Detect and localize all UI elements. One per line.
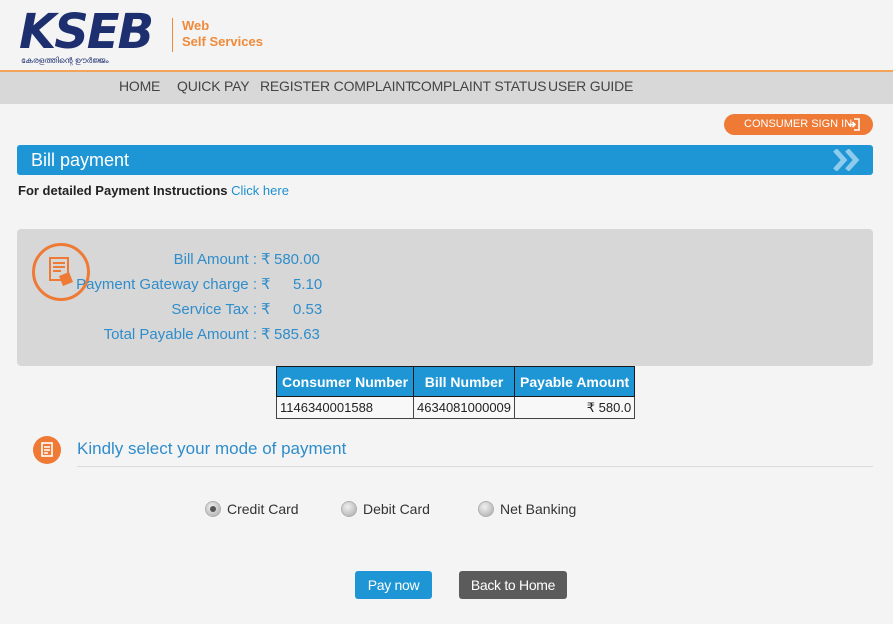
nav-complaint-status[interactable]: COMPLAINT STATUS bbox=[411, 72, 546, 104]
instructions-text: For detailed Payment Instructions bbox=[18, 183, 228, 198]
gateway-charge-currency: ₹ bbox=[261, 276, 271, 293]
logo-tagline: കേരളത്തിന്റെ ഊർജ്ജം bbox=[21, 56, 109, 65]
consumer-sign-in-label: CONSUMER SIGN IN bbox=[744, 118, 853, 130]
radio-credit-card[interactable]: Credit Card bbox=[205, 500, 299, 518]
radio-debit-card-label: Debit Card bbox=[363, 501, 430, 517]
nav-quick-pay[interactable]: QUICK PAY bbox=[177, 72, 250, 104]
payable-amount-cell: ₹ 580.0 bbox=[514, 396, 636, 419]
sign-in-icon bbox=[847, 118, 861, 139]
total-payable-currency: ₹ bbox=[261, 326, 271, 343]
nav-user-guide[interactable]: USER GUIDE bbox=[548, 72, 633, 104]
bill-payment-title-bar: Bill payment bbox=[17, 145, 873, 175]
instructions-link[interactable]: Click here bbox=[231, 183, 289, 198]
web-self-services-label: Web Self Services bbox=[182, 18, 263, 50]
gateway-charge-label: Payment Gateway charge : bbox=[76, 276, 257, 293]
radio-net-banking-indicator[interactable] bbox=[478, 501, 494, 517]
payment-mode-title: Kindly select your mode of payment bbox=[77, 439, 347, 458]
payment-mode-icon bbox=[33, 436, 61, 464]
column-header-payable-amount: Payable Amount bbox=[514, 366, 636, 397]
payment-instructions: For detailed Payment Instructions Click … bbox=[18, 182, 289, 200]
logo-text: KSEB bbox=[19, 4, 154, 60]
pay-now-button[interactable]: Pay now bbox=[355, 571, 432, 599]
bill-number-cell: 4634081000009 bbox=[413, 396, 516, 419]
total-payable-label: Total Payable Amount : bbox=[103, 326, 257, 343]
nav-register-complaint[interactable]: REGISTER COMPLAINT bbox=[260, 72, 414, 104]
page-title: Bill payment bbox=[31, 150, 130, 170]
table-header-row: Consumer Number Bill Number Payable Amou… bbox=[275, 366, 636, 397]
main-nav: HOME QUICK PAY REGISTER COMPLAINT COMPLA… bbox=[0, 72, 893, 104]
service-tax-currency: ₹ bbox=[261, 301, 271, 318]
logo-divider bbox=[172, 18, 173, 52]
consumer-sign-in-button[interactable]: CONSUMER SIGN IN bbox=[724, 114, 873, 135]
payment-mode-divider bbox=[77, 466, 873, 467]
radio-net-banking-label: Net Banking bbox=[500, 501, 577, 517]
double-chevron-icon bbox=[833, 148, 863, 176]
bill-amount-currency: ₹ bbox=[261, 251, 271, 268]
radio-debit-card-indicator[interactable] bbox=[341, 501, 357, 517]
nav-home[interactable]: HOME bbox=[119, 72, 160, 104]
service-tax-value: 0.53 bbox=[293, 301, 323, 318]
radio-debit-card[interactable]: Debit Card bbox=[341, 500, 430, 518]
gateway-charge-value: 5.10 bbox=[293, 276, 323, 293]
web-label: Web bbox=[182, 18, 210, 33]
radio-credit-card-label: Credit Card bbox=[227, 501, 299, 517]
table-row: 1146340001588 4634081000009 ₹ 580.0 bbox=[275, 396, 636, 419]
column-header-consumer-number: Consumer Number bbox=[275, 366, 415, 397]
kseb-logo[interactable]: KSEB കേരളത്തിന്റെ ഊർജ്ജം Web Self Servic… bbox=[17, 4, 279, 68]
amount-summary-panel: Bill Amount : ₹ 580.00 Payment Gateway c… bbox=[17, 229, 873, 366]
total-payable-value: 585.63 bbox=[274, 326, 320, 343]
bill-amount-label: Bill Amount : bbox=[173, 251, 257, 268]
bill-amount-value: 580.00 bbox=[274, 251, 320, 268]
self-services-label: Self Services bbox=[182, 34, 263, 49]
radio-credit-card-indicator[interactable] bbox=[205, 501, 221, 517]
header: KSEB കേരളത്തിന്റെ ഊർജ്ജം Web Self Servic… bbox=[0, 0, 893, 72]
back-to-home-button[interactable]: Back to Home bbox=[459, 571, 567, 599]
column-header-bill-number: Bill Number bbox=[413, 366, 516, 397]
consumer-number-cell: 1146340001588 bbox=[275, 396, 415, 419]
radio-net-banking[interactable]: Net Banking bbox=[478, 500, 576, 518]
service-tax-label: Service Tax : bbox=[171, 301, 257, 318]
bill-details-table: Consumer Number Bill Number Payable Amou… bbox=[275, 366, 636, 419]
